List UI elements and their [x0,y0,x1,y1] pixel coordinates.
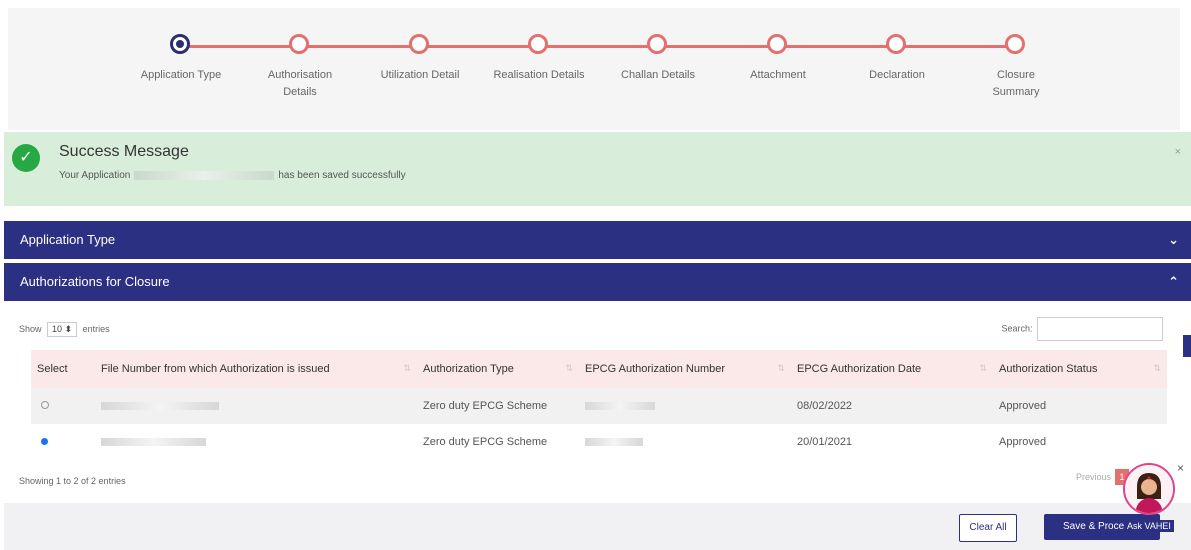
epcg-number-cell [579,424,791,460]
step-label: Closure Summary [992,69,1040,98]
search-input[interactable] [1037,317,1163,341]
select-cell [31,388,95,424]
clear-all-button[interactable]: Clear All [959,514,1017,542]
step-label: Application Type [140,69,222,81]
chatbot-avatar[interactable] [1123,463,1175,515]
status-cell: Approved [999,436,1047,448]
redacted-file-number [101,438,206,447]
close-icon[interactable]: × [1177,461,1184,475]
step-dot [528,34,548,54]
chatbot-label[interactable]: Ask VAHEI [1124,520,1174,532]
step-dot [289,34,309,54]
accordion-application-type[interactable]: Application Type ⌄ [4,221,1191,259]
header-authorization-status[interactable]: Authorization Status ⇅ [993,350,1167,388]
sort-icon: ⇅ [777,363,785,373]
page-size-select[interactable]: 10 ⬍ [47,322,78,337]
redacted-file-number [101,402,219,411]
header-epcg-date[interactable]: EPCG Authorization Date ⇅ [791,350,993,388]
close-icon[interactable]: × [1175,146,1181,158]
file-number-cell [95,424,417,460]
redacted-application-id [134,170,275,180]
table-info: Showing 1 to 2 of 2 entries [19,476,126,486]
page-size-value: 10 [52,324,63,334]
sort-icon: ⇅ [1153,363,1161,373]
step-label: Authorisation Details [267,69,333,98]
chevron-up-icon: ⌃ [1168,274,1179,289]
status-cell: Approved [999,400,1047,412]
step-dot [647,34,667,54]
search-label: Search: [1001,323,1033,334]
row-radio-selected[interactable] [41,438,48,445]
accordion-authorizations-for-closure[interactable]: Authorizations for Closure ⌃ [4,263,1191,301]
sort-icon: ⇅ [565,363,573,373]
redacted-epcg-number [585,438,643,447]
progress-stepper: Application Type Authorisation Details U… [8,8,1180,130]
select-cell [31,424,95,460]
step-label: Attachment [750,69,806,81]
table-row[interactable]: Zero duty EPCG Scheme 20/01/2021 Approve… [31,424,1167,460]
epcg-date-cell: 20/01/2021 [797,436,853,448]
step-label: Declaration [869,69,925,81]
entries-label: entries [82,324,110,334]
success-title: Success Message [59,143,189,160]
check-icon: ✓ [12,144,40,172]
header-authorization-type[interactable]: Authorization Type ⇅ [417,350,579,388]
authorizations-panel: Show 10 ⬍ entries Search: Select File Nu… [4,304,1191,502]
redacted-epcg-number [585,402,655,411]
auth-type-cell: Zero duty EPCG Scheme [423,400,548,412]
success-message-prefix: Your Application [59,170,131,181]
authorizations-table: Select File Number from which Authorizat… [31,350,1167,460]
page-length-control: Show 10 ⬍ entries [19,322,110,337]
step-label: Utilization Detail [380,69,460,81]
step-label: Challan Details [621,69,695,81]
accordion-title: Authorizations for Closure [20,274,170,289]
header-select: Select [37,363,68,375]
chevron-down-icon: ⌄ [1168,232,1179,247]
header-label: EPCG Authorization Number [585,363,726,375]
previous-button[interactable]: Previous [1076,472,1111,482]
table-row[interactable]: Zero duty EPCG Scheme 08/02/2022 Approve… [31,388,1167,424]
assistant-avatar-icon [1125,465,1173,513]
header-label: Authorization Type [423,363,514,375]
step-dot [409,34,429,54]
step-dot [1005,34,1025,54]
side-tab[interactable] [1183,335,1191,357]
header-file-number[interactable]: File Number from which Authorization is … [95,350,417,388]
table-header-row: Select File Number from which Authorizat… [31,350,1167,388]
step-dot-active [170,34,190,54]
search-control: Search: [1001,317,1163,341]
step-dot [886,34,906,54]
epcg-number-cell [579,388,791,424]
success-message: Your Application has been saved successfu… [59,170,406,181]
accordion-title: Application Type [20,232,116,247]
header-epcg-number[interactable]: EPCG Authorization Number ⇅ [579,350,791,388]
step-dot [767,34,787,54]
pagination: Previous 1 [1076,469,1129,485]
header-label: EPCG Authorization Date [797,363,922,375]
sort-icon: ⇅ [979,363,987,373]
header-label: Authorization Status [999,363,1098,375]
sort-icon: ⇅ [403,363,411,373]
success-message-suffix: has been saved successfully [278,170,406,181]
auth-type-cell: Zero duty EPCG Scheme [423,436,548,448]
epcg-date-cell: 08/02/2022 [797,400,853,412]
show-label: Show [19,324,42,334]
header-label: File Number from which Authorization is … [101,363,330,375]
step-label: Realisation Details [493,69,585,81]
row-radio[interactable] [41,401,49,409]
file-number-cell [95,388,417,424]
success-alert: ✓ Success Message Your Application has be… [4,132,1191,206]
form-footer: Clear All Save & Proceed [4,503,1191,550]
